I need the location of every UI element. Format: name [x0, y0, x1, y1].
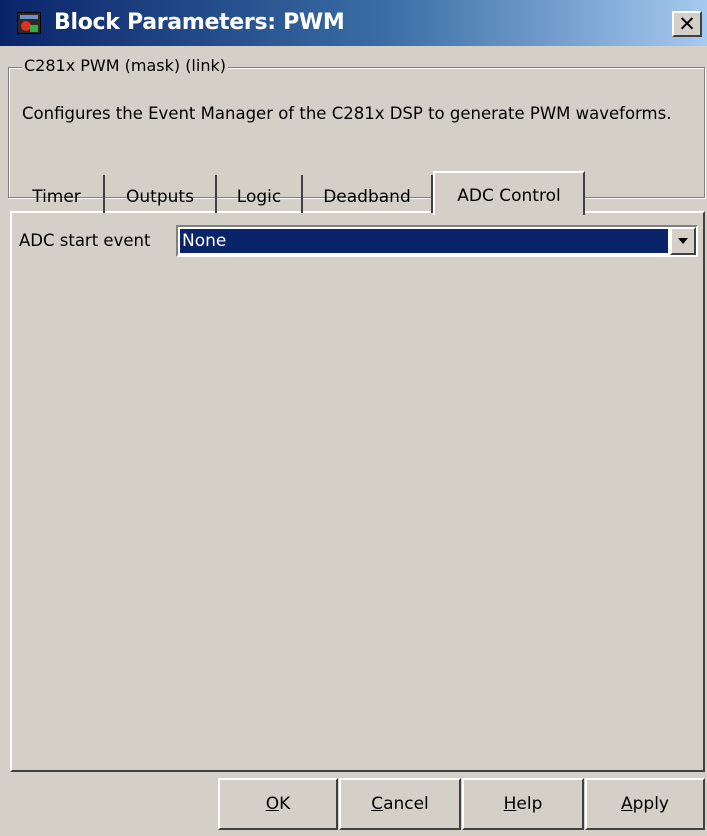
apply-mnemonic: A	[620, 794, 633, 814]
title-bar[interactable]: Block Parameters: PWM ✕	[0, 0, 707, 46]
block-parameters-dialog: Block Parameters: PWM ✕ C281x PWM (mask)…	[0, 0, 707, 836]
adc-start-event-dropdown[interactable]: None	[176, 225, 698, 257]
help-label: elp	[516, 794, 543, 814]
help-mnemonic: H	[503, 794, 517, 814]
ok-mnemonic: O	[265, 794, 280, 814]
tab-deadband[interactable]: Deadband	[303, 175, 433, 213]
cancel-label: ancel	[383, 794, 429, 814]
mask-description: Configures the Event Manager of the C281…	[22, 104, 672, 123]
close-button[interactable]: ✕	[672, 11, 702, 37]
adc-start-event-label: ADC start event	[19, 231, 151, 250]
apply-button[interactable]: Apply	[585, 778, 705, 830]
adc-start-event-value[interactable]: None	[180, 229, 668, 253]
ok-label: K	[279, 794, 291, 814]
help-button[interactable]: Help	[462, 778, 584, 830]
cancel-button[interactable]: Cancel	[339, 778, 461, 830]
simulink-block-icon	[17, 12, 41, 34]
ok-button[interactable]: OK	[218, 778, 338, 830]
window-title: Block Parameters: PWM	[54, 10, 345, 35]
mask-group-title: C281x PWM (mask) (link)	[22, 56, 228, 75]
tab-panel	[10, 211, 705, 772]
tab-outputs[interactable]: Outputs	[105, 175, 217, 213]
apply-label: pply	[632, 794, 669, 814]
tab-strip: Timer Outputs Logic Deadband ADC Control	[10, 171, 610, 215]
close-icon: ✕	[678, 12, 696, 36]
tab-adc-control[interactable]: ADC Control	[433, 171, 585, 215]
tab-logic[interactable]: Logic	[217, 175, 303, 213]
chevron-down-icon[interactable]	[670, 227, 696, 255]
tab-timer[interactable]: Timer	[10, 175, 105, 213]
cancel-mnemonic: C	[371, 794, 384, 814]
